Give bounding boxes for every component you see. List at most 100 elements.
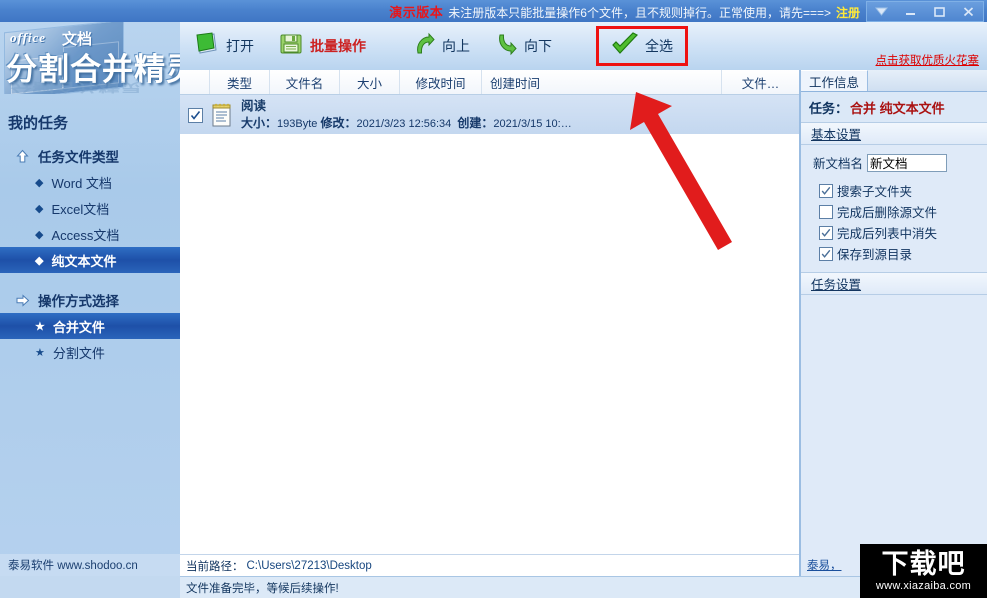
- file-modified-value: 2021/3/23 12:56:34: [356, 118, 452, 131]
- sidebar-group-label: 任务文件类型: [38, 150, 119, 165]
- check-mark-icon: [611, 31, 639, 61]
- checkbox-label: 完成后删除源文件: [837, 206, 938, 220]
- panel-bottom-link[interactable]: 泰易，: [807, 557, 842, 573]
- dropdown-arrow-icon[interactable]: [867, 3, 896, 20]
- checkbox-label: 搜索子文件夹: [837, 185, 913, 199]
- sidebar-item-label: Access文档: [51, 227, 120, 243]
- sidebar-item-label: Excel文档: [51, 201, 110, 217]
- site-watermark: 下载吧 www.xiazaiba.com: [860, 544, 987, 598]
- sidebar-item-merge[interactable]: ★ 合并文件: [0, 313, 180, 339]
- title-bar: 演示版本 未注册版本只能批量操作6个文件，且不规则掉行。正常使用，请先===> …: [0, 0, 987, 22]
- current-path-value: C:\Users\27213\Desktop: [246, 559, 372, 572]
- sidebar: office 文档 分割合并精灵 分割合并精灵 我的任务 任务文件类型 ◆ Wo…: [0, 22, 180, 576]
- column-header-created[interactable]: 创建时间: [482, 70, 722, 94]
- checkbox-box: [819, 225, 833, 240]
- column-header-size[interactable]: 大小: [340, 70, 400, 94]
- window-controls: [866, 0, 984, 22]
- move-up-label: 向上: [442, 38, 470, 54]
- file-size-label: 大小：: [241, 116, 278, 131]
- watermark-main-text: 下载吧: [881, 548, 966, 579]
- column-header-checkbox: [180, 70, 210, 94]
- file-created-label: 创建：: [457, 116, 494, 131]
- row-checkbox[interactable]: [188, 107, 203, 123]
- trial-notice: 演示版本 未注册版本只能批量操作6个文件，且不规则掉行。正常使用，请先===> …: [389, 2, 860, 21]
- section-task-label: 任务设置: [811, 278, 862, 292]
- sidebar-group-label: 操作方式选择: [38, 294, 119, 309]
- sidebar-group-operation: 操作方式选择: [0, 287, 180, 313]
- checkbox-remove-from-list-after[interactable]: 完成后列表中消失: [801, 222, 987, 243]
- diamond-icon: ◆: [35, 202, 44, 215]
- task-summary: 任务： 合并 纯文本文件: [801, 92, 987, 122]
- sidebar-item-access[interactable]: ◆ Access文档: [0, 221, 180, 247]
- column-header-type[interactable]: 类型: [210, 70, 270, 94]
- sidebar-item-label: 合并文件: [52, 319, 105, 335]
- column-header-created-label: 创建时间: [490, 76, 541, 91]
- checkbox-save-to-source-dir[interactable]: 保存到源目录: [801, 243, 987, 264]
- sidebar-item-excel[interactable]: ◆ Excel文档: [0, 195, 180, 221]
- column-header-file[interactable]: 文件…: [722, 70, 799, 94]
- current-path-bar: 当前路径： C:\Users\27213\Desktop: [180, 554, 799, 576]
- demo-version-label: 演示版本: [389, 4, 444, 20]
- move-down-label: 向下: [524, 38, 552, 54]
- work-info-tabs: 工作信息: [801, 70, 987, 92]
- checkbox-box: [819, 246, 833, 261]
- checkbox-delete-source-after[interactable]: 完成后删除源文件: [801, 201, 987, 222]
- diamond-icon: ◆: [35, 254, 44, 267]
- arrow-up-icon: [412, 32, 436, 61]
- open-folder-icon: [194, 31, 220, 62]
- open-button-label: 打开: [226, 38, 254, 54]
- arrow-down-icon: [494, 32, 518, 61]
- section-basic-label: 基本设置: [811, 128, 862, 142]
- sidebar-item-word[interactable]: ◆ Word 文档: [0, 169, 180, 195]
- maximize-icon[interactable]: [925, 3, 954, 20]
- save-disk-icon: [278, 31, 304, 62]
- file-list-body[interactable]: [180, 134, 799, 554]
- watermark-url-text: www.xiazaiba.com: [875, 579, 972, 592]
- minimize-icon[interactable]: [896, 3, 925, 20]
- sidebar-item-label: 分割文件: [52, 345, 105, 361]
- sidebar-item-split[interactable]: ★ 分割文件: [0, 339, 180, 365]
- checkbox-search-subfolders[interactable]: 搜索子文件夹: [801, 180, 987, 201]
- select-all-button[interactable]: 全选: [596, 26, 688, 66]
- promo-link[interactable]: 点击获取优质火花塞: [876, 52, 980, 68]
- section-basic-settings: 基本设置: [801, 122, 987, 145]
- star-icon: ★: [35, 346, 45, 359]
- file-created-value: 2021/3/15 10:…: [493, 118, 572, 131]
- file-list-header: 类型 文件名 大小 修改时间 创建时间 文件…: [180, 70, 799, 95]
- close-icon[interactable]: [954, 3, 983, 20]
- file-info: 阅读 大小：193Byte 修改：2021/3/23 12:56:34 创建：2…: [241, 98, 572, 132]
- move-down-button[interactable]: 向下: [484, 26, 562, 66]
- column-header-filename[interactable]: 文件名: [270, 70, 340, 94]
- toolbar: 打开 批量操作 向上 向下 全选 点击获取优质火花塞: [180, 22, 987, 71]
- sidebar-group-filetype: 任务文件类型: [0, 143, 180, 169]
- checkbox-box: [819, 183, 833, 198]
- new-document-name-input[interactable]: [867, 153, 948, 172]
- batch-operation-button[interactable]: 批量操作: [268, 26, 376, 66]
- register-link[interactable]: 注册: [836, 4, 860, 21]
- section-task-settings: 任务设置: [801, 272, 987, 295]
- content-area: 类型 文件名 大小 修改时间 创建时间 文件… 阅读 大小：193Byte 修改…: [180, 70, 987, 576]
- tab-work-info[interactable]: 工作信息: [801, 70, 869, 91]
- text-file-icon: [211, 102, 233, 128]
- file-list-panel: 类型 文件名 大小 修改时间 创建时间 文件… 阅读 大小：193Byte 修改…: [180, 70, 800, 576]
- file-size-value: 193Byte: [277, 118, 318, 131]
- move-up-button[interactable]: 向上: [402, 26, 480, 66]
- sidebar-item-plaintext[interactable]: ◆ 纯文本文件: [0, 247, 180, 273]
- file-modified-label: 修改：: [320, 116, 357, 131]
- sidebar-item-label: Word 文档: [51, 175, 112, 191]
- sidebar-nav: 我的任务 任务文件类型 ◆ Word 文档 ◆ Excel文档 ◆ Access…: [0, 94, 180, 365]
- column-header-modified[interactable]: 修改时间: [400, 70, 482, 94]
- task-label: 任务：: [809, 100, 849, 116]
- up-arrow-icon: [14, 148, 31, 165]
- checkbox-label: 保存到源目录: [837, 248, 913, 262]
- new-document-name-field: 新文档名: [801, 153, 987, 172]
- table-row[interactable]: 阅读 大小：193Byte 修改：2021/3/23 12:56:34 创建：2…: [180, 95, 799, 136]
- checkbox-label: 完成后列表中消失: [837, 227, 938, 241]
- sidebar-item-label: 纯文本文件: [51, 253, 117, 269]
- open-button[interactable]: 打开: [184, 26, 264, 66]
- task-value: 合并 纯文本文件: [850, 100, 945, 116]
- file-meta: 大小：193Byte 修改：2021/3/23 12:56:34 创建：2021…: [241, 115, 572, 132]
- sidebar-footer: 泰易软件 www.shodoo.cn: [0, 554, 180, 576]
- work-info-panel: 工作信息 任务： 合并 纯文本文件 基本设置 新文档名 新文档 搜索子文件夹 完…: [800, 70, 987, 576]
